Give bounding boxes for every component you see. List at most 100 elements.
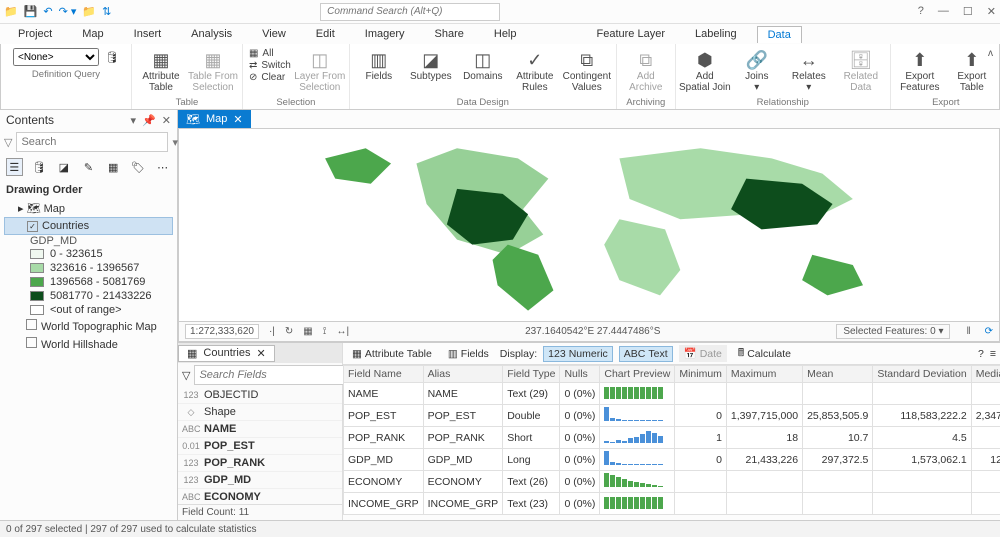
field-search[interactable]: [194, 365, 347, 385]
col-header[interactable]: Mean: [803, 366, 873, 383]
subtypes-button[interactable]: ◪Subtypes: [408, 46, 454, 83]
open-icon[interactable]: 📁: [4, 5, 18, 18]
col-header[interactable]: Nulls: [560, 366, 600, 383]
menu-analysis[interactable]: Analysis: [181, 26, 242, 42]
fields-button[interactable]: ▥Fields: [356, 46, 402, 83]
col-header[interactable]: Field Type: [503, 366, 560, 383]
col-header[interactable]: Alias: [423, 366, 503, 383]
layer-from-selection-button[interactable]: ◫ Layer From Selection: [297, 46, 343, 93]
table-row[interactable]: POP_RANKPOP_RANKShort0 (0%)11810.74.5122…: [344, 427, 1000, 449]
display-text[interactable]: ABC Text: [619, 346, 673, 362]
calculate-button[interactable]: 🖩 Calculate: [733, 343, 796, 365]
contents-close[interactable]: ✕: [162, 114, 171, 127]
close-icon[interactable]: ✕: [987, 5, 996, 18]
menu-view[interactable]: View: [252, 26, 296, 42]
pause-icon[interactable]: ‖: [966, 326, 970, 337]
layer-check[interactable]: ✓: [27, 221, 38, 232]
field-row[interactable]: NAME: [178, 421, 342, 438]
map-tool3-icon[interactable]: ↔|: [336, 326, 349, 337]
col-header[interactable]: Minimum: [675, 366, 727, 383]
ribbon-collapse[interactable]: ʌ: [988, 48, 993, 59]
col-header[interactable]: Maximum: [726, 366, 802, 383]
refresh-icon[interactable]: 📁: [82, 5, 96, 18]
display-date[interactable]: 📅 Date: [679, 345, 727, 362]
attribute-table-button[interactable]: ▦ Attribute Table: [138, 46, 184, 93]
tab-labeling[interactable]: Labeling: [685, 26, 747, 42]
col-header[interactable]: Chart Preview: [600, 366, 675, 383]
command-search[interactable]: [320, 3, 500, 21]
list-by-labeling-icon[interactable]: 🏷: [130, 158, 147, 176]
add-archive-button[interactable]: ⧉Add Archive: [623, 46, 669, 93]
table-row[interactable]: ECONOMYECONOMYText (26)0 (0%)297(100%): [344, 471, 1000, 493]
menu-help[interactable]: Help: [484, 26, 527, 42]
table-row[interactable]: GDP_MDGDP_MDLong0 (0%)021,433,226297,372…: [344, 449, 1000, 471]
contents-pin[interactable]: 📌: [142, 114, 156, 127]
map-scale[interactable]: 1:272,333,620: [185, 324, 259, 339]
attribute-rules-button[interactable]: ✓Attribute Rules: [512, 46, 558, 93]
filter-icon[interactable]: ▽: [182, 369, 190, 382]
list-by-drawing-icon[interactable]: ☰: [6, 158, 23, 176]
field-row[interactable]: ECONOMY: [178, 489, 342, 504]
menu-imagery[interactable]: Imagery: [355, 26, 415, 42]
field-row[interactable]: OBJECTID: [178, 387, 342, 404]
maximize-icon[interactable]: ☐: [963, 5, 973, 18]
joins-button[interactable]: 🔗Joins▾: [734, 46, 780, 93]
filter-icon[interactable]: ▽: [4, 136, 12, 149]
list-by-editing-icon[interactable]: ✎: [80, 158, 97, 176]
switch-selection-button[interactable]: ⇄Switch: [249, 60, 291, 71]
table-row[interactable]: NAMENAMEText (29)0 (0%)297(100%): [344, 383, 1000, 405]
contingent-values-button[interactable]: ⧉Contingent Values: [564, 46, 610, 93]
qat-more[interactable]: ⇅: [102, 5, 111, 18]
layer-hillshade[interactable]: World Hillshade: [4, 335, 173, 353]
layer-topo[interactable]: World Topographic Map: [4, 317, 173, 335]
menu-project[interactable]: Project: [8, 26, 62, 42]
list-by-selection-icon[interactable]: ◪: [55, 158, 72, 176]
clear-selection-button[interactable]: ⊘Clear: [249, 72, 291, 83]
map-s1[interactable]: ·|: [269, 326, 275, 337]
menu-insert[interactable]: Insert: [124, 26, 172, 42]
field-row[interactable]: POP_EST: [178, 438, 342, 455]
add-spatial-join-button[interactable]: ⬢Add Spatial Join: [682, 46, 728, 93]
attribute-table-link[interactable]: ▦ Attribute Table: [347, 346, 437, 362]
fields-tab-close[interactable]: ✕: [256, 347, 265, 360]
stats-help[interactable]: ?: [978, 348, 984, 360]
map-node[interactable]: ▸ 🗺 Map: [4, 200, 173, 217]
export-features-button[interactable]: ⬆Export Features: [897, 46, 943, 93]
col-header[interactable]: Median: [971, 366, 1000, 383]
minimize-icon[interactable]: ―: [938, 5, 949, 18]
field-row[interactable]: ◇Shape: [178, 404, 342, 421]
layer-countries[interactable]: ✓Countries: [4, 217, 173, 235]
map-tool-icon[interactable]: ▦: [303, 326, 312, 337]
table-row[interactable]: POP_ESTPOP_ESTDouble0 (0%)01,397,715,000…: [344, 405, 1000, 427]
contents-menu[interactable]: ▾: [131, 114, 137, 127]
refresh-map-icon[interactable]: ⟳: [985, 326, 993, 337]
col-header[interactable]: Standard Deviation: [873, 366, 971, 383]
table-row[interactable]: INCOME_GRPINCOME_GRPText (23)0 (0%)297(1…: [344, 493, 1000, 515]
map-tool2-icon[interactable]: ⟟: [323, 326, 327, 337]
map-tab-close[interactable]: ✕: [233, 113, 242, 126]
table-from-selection-button[interactable]: ▦ Table From Selection: [190, 46, 236, 93]
def-query-select[interactable]: <None>: [13, 48, 99, 66]
undo-icon[interactable]: ↶: [43, 5, 52, 18]
menu-edit[interactable]: Edit: [306, 26, 345, 42]
tab-data[interactable]: Data: [757, 26, 802, 43]
display-numeric[interactable]: 123 Numeric: [543, 346, 613, 362]
fields-link[interactable]: ▥ Fields: [443, 346, 494, 362]
field-row[interactable]: POP_RANK: [178, 455, 342, 472]
contents-more[interactable]: ⋯: [154, 158, 171, 176]
select-all-button[interactable]: ▦All: [249, 48, 291, 59]
stats-menu[interactable]: ≡: [990, 348, 996, 360]
domains-button[interactable]: ◫Domains: [460, 46, 506, 83]
redo-icon[interactable]: ↷ ▾: [59, 5, 77, 18]
menu-share[interactable]: Share: [425, 26, 474, 42]
def-query-builder-icon[interactable]: 🛢: [105, 51, 119, 64]
map-rotate-icon[interactable]: ↻: [285, 326, 293, 337]
map-tab[interactable]: 🗺 Map ✕: [178, 110, 251, 128]
fields-tab-countries[interactable]: ▦ Countries ✕: [178, 345, 275, 362]
contents-search[interactable]: [16, 132, 168, 152]
menu-map[interactable]: Map: [72, 26, 113, 42]
list-by-snapping-icon[interactable]: ▦: [105, 158, 122, 176]
save-icon[interactable]: 💾: [24, 5, 38, 18]
map-view[interactable]: [178, 128, 1000, 322]
help-icon[interactable]: ?: [918, 5, 924, 18]
